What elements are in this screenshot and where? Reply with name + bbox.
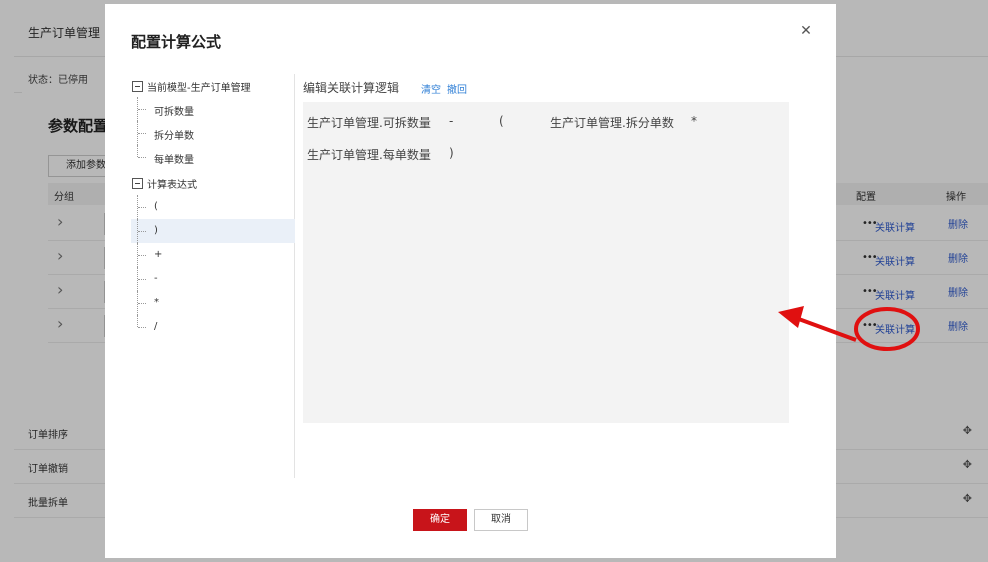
tree-group-label: 当前模型-生产订单管理 [147, 83, 251, 94]
tree-item[interactable]: 可拆数量 [131, 97, 295, 121]
tree-connector [137, 145, 138, 157]
collapse-icon[interactable] [132, 81, 143, 92]
formula-token[interactable]: 生产订单管理.拆分单数 [550, 114, 674, 131]
formula-token[interactable]: 生产订单管理.每单数量 [307, 146, 431, 163]
tree-connector [138, 231, 146, 232]
formula-token[interactable]: * [691, 114, 697, 128]
tree-item-label: 每单数量 [154, 155, 194, 166]
tree-connector [138, 279, 146, 280]
tree-item-label: * [154, 297, 159, 308]
tree-item[interactable]: / [131, 315, 295, 339]
tree-item[interactable]: * [131, 291, 295, 315]
formula-token[interactable]: - [449, 114, 453, 128]
tree-connector [138, 255, 146, 256]
tree-item[interactable]: 拆分单数 [131, 121, 295, 145]
tree-connector [138, 303, 146, 304]
tree-connector [138, 109, 146, 110]
tree-connector [138, 157, 146, 158]
tree-item-label: ) [154, 225, 158, 236]
clear-link[interactable]: 清空 [421, 81, 441, 96]
tree-group-label: 计算表达式 [147, 180, 197, 191]
tree-item-selected[interactable]: ) [131, 219, 295, 243]
formula-modal: 配置计算公式 ✕ 当前模型-生产订单管理 可拆数量 拆分单数 每单数量 计算表达… [105, 4, 836, 558]
confirm-button[interactable]: 确定 [413, 509, 467, 531]
expression-tree: 当前模型-生产订单管理 可拆数量 拆分单数 每单数量 计算表达式 ( ) + -… [131, 74, 295, 478]
tree-item-label: 可拆数量 [154, 107, 194, 118]
formula-editor[interactable]: 生产订单管理.可拆数量 - ( 生产订单管理.拆分单数 * 生产订单管理.每单数… [303, 102, 789, 423]
tree-item-label: ( [154, 201, 158, 212]
formula-token[interactable]: ) [449, 146, 454, 160]
tree-item-label: + [154, 249, 163, 260]
tree-connector [138, 327, 146, 328]
undo-link[interactable]: 撤回 [447, 81, 467, 96]
modal-title: 配置计算公式 [131, 33, 222, 51]
tree-item[interactable]: ( [131, 195, 295, 219]
tree-item[interactable]: + [131, 243, 295, 267]
tree-connector [137, 315, 138, 327]
tree-item-label: - [154, 273, 158, 284]
collapse-icon[interactable] [132, 178, 143, 189]
tree-item[interactable]: - [131, 267, 295, 291]
tree-item[interactable]: 每单数量 [131, 145, 295, 169]
close-icon[interactable]: ✕ [798, 23, 814, 39]
cancel-button[interactable]: 取消 [474, 509, 528, 531]
formula-token[interactable]: 生产订单管理.可拆数量 [307, 114, 431, 131]
tree-connector [138, 133, 146, 134]
formula-token[interactable]: ( [499, 114, 504, 128]
tree-item-label: 拆分单数 [154, 131, 194, 142]
tree-item-label: / [154, 321, 158, 332]
tree-connector [138, 207, 146, 208]
editor-title: 编辑关联计算逻辑 [303, 81, 400, 95]
